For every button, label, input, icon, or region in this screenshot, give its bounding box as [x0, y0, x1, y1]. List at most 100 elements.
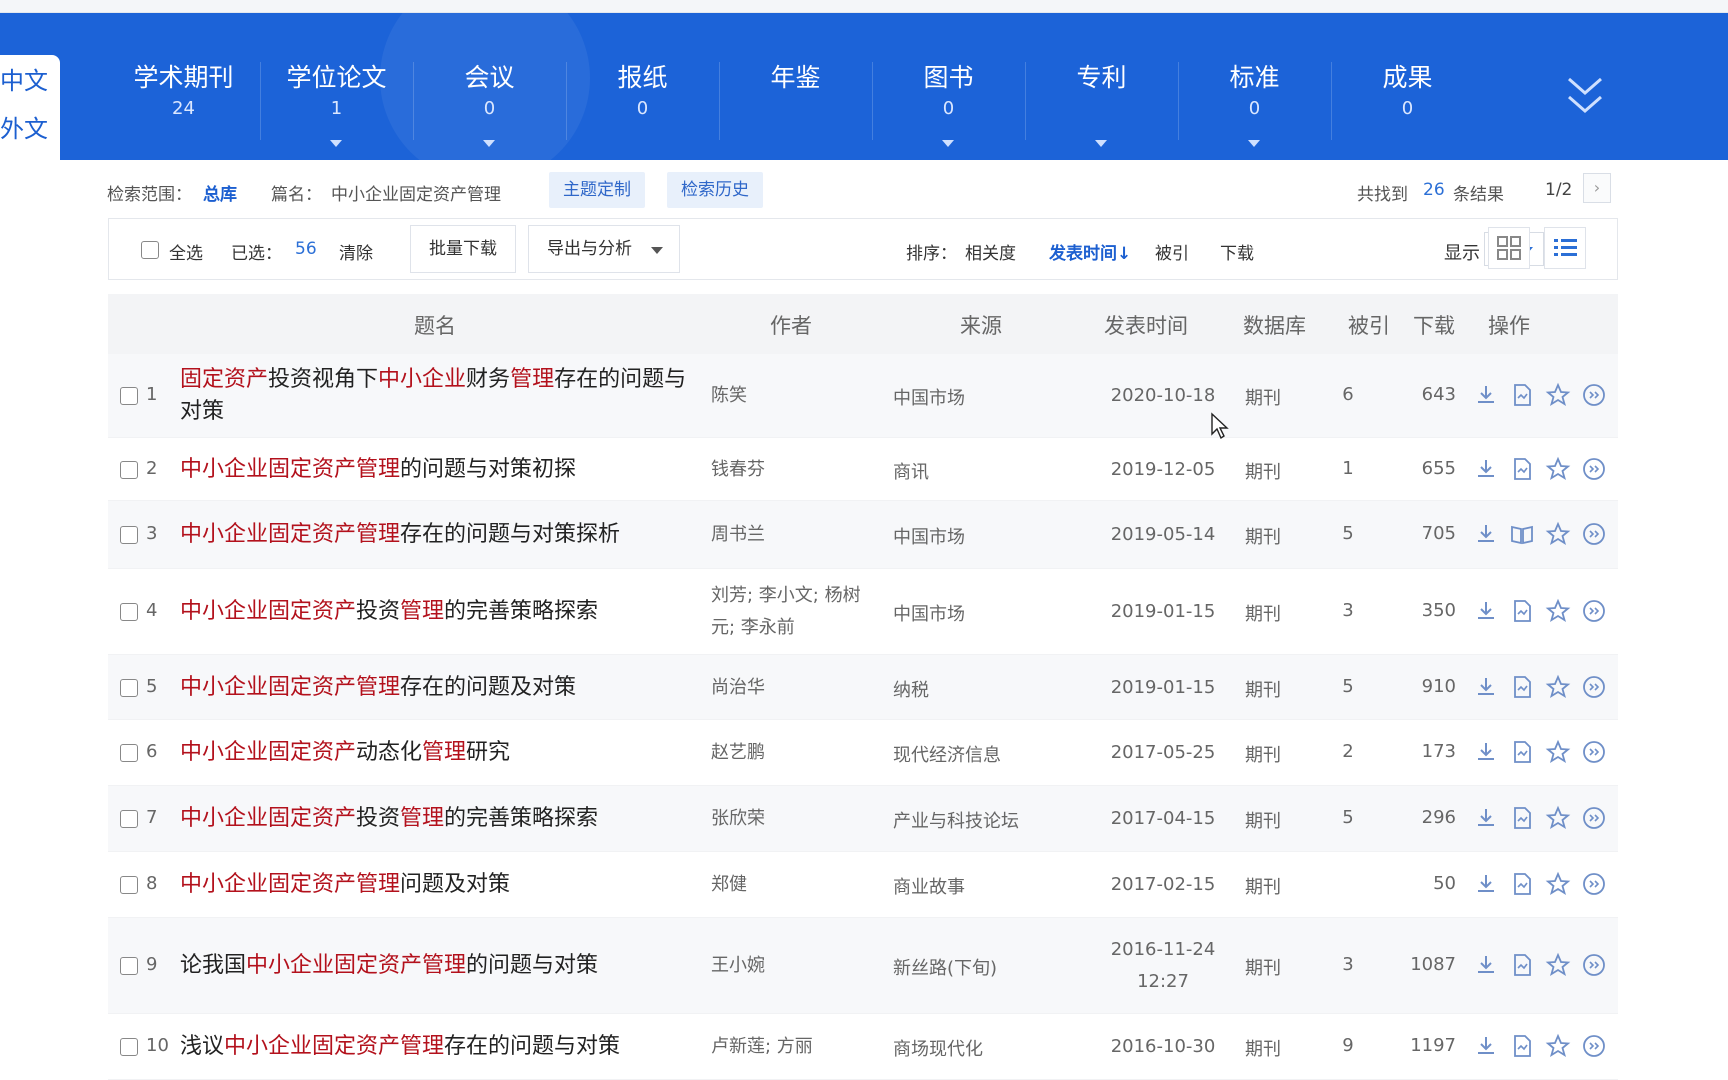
- row-author[interactable]: 周书兰: [711, 519, 876, 551]
- row-author[interactable]: 郑健: [711, 869, 876, 901]
- clear-button[interactable]: 清除: [339, 239, 373, 264]
- row-title-link[interactable]: 浅议中小企业固定资产管理存在的问题与对策: [180, 1031, 700, 1063]
- row-checkbox[interactable]: [120, 603, 138, 621]
- tab-4[interactable]: 年鉴: [719, 58, 872, 148]
- row-checkbox[interactable]: [120, 387, 138, 405]
- html-read-icon[interactable]: [1509, 598, 1535, 624]
- download-icon[interactable]: [1473, 674, 1499, 700]
- row-author[interactable]: 尚治华: [711, 672, 876, 704]
- row-source[interactable]: 现代经济信息: [893, 741, 1073, 767]
- export-analysis-button[interactable]: 导出与分析: [528, 225, 680, 273]
- grid-view-button[interactable]: [1488, 227, 1530, 269]
- download-icon[interactable]: [1473, 382, 1499, 408]
- row-checkbox[interactable]: [120, 678, 138, 697]
- cite-quote-icon[interactable]: [1581, 1033, 1607, 1059]
- html-read-icon[interactable]: [1509, 952, 1535, 978]
- row-checkbox[interactable]: [120, 1038, 138, 1056]
- row-checkbox[interactable]: [120, 460, 138, 479]
- download-icon[interactable]: [1473, 952, 1499, 978]
- html-read-icon[interactable]: [1509, 674, 1535, 700]
- cite-quote-icon[interactable]: [1581, 952, 1607, 978]
- favorite-star-icon[interactable]: [1545, 805, 1571, 831]
- list-view-button[interactable]: [1544, 227, 1586, 269]
- row-title-link[interactable]: 中小企业固定资产管理存在的问题及对策: [180, 672, 700, 704]
- cite-quote-icon[interactable]: [1581, 674, 1607, 700]
- sort-publish-date[interactable]: 发表时间↓: [1049, 239, 1131, 264]
- row-source[interactable]: 纳税: [893, 676, 1073, 702]
- row-title-link[interactable]: 中小企业固定资产动态化管理研究: [180, 737, 700, 769]
- html-read-icon[interactable]: [1509, 805, 1535, 831]
- row-source[interactable]: 中国市场: [893, 384, 1073, 410]
- tab-1[interactable]: 学位论文 1: [260, 58, 413, 148]
- cite-quote-icon[interactable]: [1581, 598, 1607, 624]
- row-author[interactable]: 赵艺鹏: [711, 737, 876, 769]
- download-icon[interactable]: [1473, 805, 1499, 831]
- row-title-link[interactable]: 中小企业固定资产投资管理的完善策略探索: [180, 803, 700, 835]
- html-read-icon[interactable]: [1509, 382, 1535, 408]
- tab-5[interactable]: 图书 0: [872, 58, 1025, 148]
- batch-download-button[interactable]: 批量下载: [410, 225, 516, 273]
- search-history-button[interactable]: 检索历史: [667, 172, 763, 208]
- html-read-icon[interactable]: [1509, 871, 1535, 897]
- favorite-star-icon[interactable]: [1545, 521, 1571, 547]
- row-author[interactable]: 钱春芬: [711, 454, 876, 486]
- tab-3[interactable]: 报纸 0: [566, 58, 719, 148]
- sort-cited[interactable]: 被引: [1155, 239, 1189, 264]
- favorite-star-icon[interactable]: [1545, 598, 1571, 624]
- row-checkbox[interactable]: [120, 744, 138, 762]
- html-read-icon[interactable]: [1509, 1033, 1535, 1059]
- html-read-icon[interactable]: [1509, 456, 1535, 482]
- row-source[interactable]: 商场现代化: [893, 1035, 1073, 1061]
- row-title-link[interactable]: 固定资产投资视角下中小企业财务管理存在的问题与对策: [180, 364, 700, 428]
- download-icon[interactable]: [1473, 1033, 1499, 1059]
- row-title-link[interactable]: 中小企业固定资产管理的问题与对策初探: [180, 454, 700, 486]
- topic-customize-button[interactable]: 主题定制: [549, 172, 645, 208]
- next-page-button[interactable]: ›: [1583, 173, 1611, 203]
- html-read-icon[interactable]: [1509, 739, 1535, 765]
- scope-value[interactable]: 总库: [203, 180, 237, 205]
- row-title-link[interactable]: 中小企业固定资产投资管理的完善策略探索: [180, 596, 700, 628]
- sort-download[interactable]: 下载: [1220, 239, 1254, 264]
- favorite-star-icon[interactable]: [1545, 871, 1571, 897]
- tab-0[interactable]: 学术期刊 24: [107, 58, 260, 148]
- download-icon[interactable]: [1473, 521, 1499, 547]
- language-chinese[interactable]: 中文: [0, 61, 48, 96]
- row-source[interactable]: 中国市场: [893, 523, 1073, 549]
- row-author[interactable]: 卢新莲; 方丽: [711, 1031, 876, 1063]
- row-source[interactable]: 产业与科技论坛: [893, 807, 1073, 833]
- tab-8[interactable]: 成果 0: [1331, 58, 1484, 148]
- row-author[interactable]: 陈笑: [711, 380, 876, 412]
- favorite-star-icon[interactable]: [1545, 382, 1571, 408]
- download-icon[interactable]: [1473, 871, 1499, 897]
- download-icon[interactable]: [1473, 739, 1499, 765]
- row-author[interactable]: 刘芳; 李小文; 杨树元; 李永前: [711, 580, 876, 644]
- tab-6[interactable]: 专利: [1025, 58, 1178, 148]
- row-source[interactable]: 商业故事: [893, 873, 1073, 899]
- expand-chevron-icon[interactable]: [1565, 75, 1605, 119]
- cite-quote-icon[interactable]: [1581, 456, 1607, 482]
- row-checkbox[interactable]: [120, 876, 138, 894]
- cite-quote-icon[interactable]: [1581, 382, 1607, 408]
- language-foreign[interactable]: 外文: [0, 109, 48, 144]
- row-checkbox[interactable]: [120, 810, 138, 828]
- book-read-icon[interactable]: [1509, 521, 1535, 547]
- cite-quote-icon[interactable]: [1581, 739, 1607, 765]
- download-icon[interactable]: [1473, 598, 1499, 624]
- row-title-link[interactable]: 中小企业固定资产管理存在的问题与对策探析: [180, 519, 700, 551]
- favorite-star-icon[interactable]: [1545, 456, 1571, 482]
- select-all-checkbox[interactable]: [141, 241, 159, 259]
- favorite-star-icon[interactable]: [1545, 952, 1571, 978]
- favorite-star-icon[interactable]: [1545, 674, 1571, 700]
- row-source[interactable]: 商讯: [893, 458, 1073, 484]
- cite-quote-icon[interactable]: [1581, 521, 1607, 547]
- favorite-star-icon[interactable]: [1545, 1033, 1571, 1059]
- row-title-link[interactable]: 论我国中小企业固定资产管理的问题与对策: [180, 950, 700, 982]
- sort-relevance[interactable]: 相关度: [965, 239, 1016, 264]
- tab-2[interactable]: 会议 0: [413, 58, 566, 148]
- row-title-link[interactable]: 中小企业固定资产管理问题及对策: [180, 869, 700, 901]
- cite-quote-icon[interactable]: [1581, 871, 1607, 897]
- favorite-star-icon[interactable]: [1545, 739, 1571, 765]
- tab-7[interactable]: 标准 0: [1178, 58, 1331, 148]
- row-author[interactable]: 王小婉: [711, 950, 876, 982]
- row-checkbox[interactable]: [120, 957, 138, 975]
